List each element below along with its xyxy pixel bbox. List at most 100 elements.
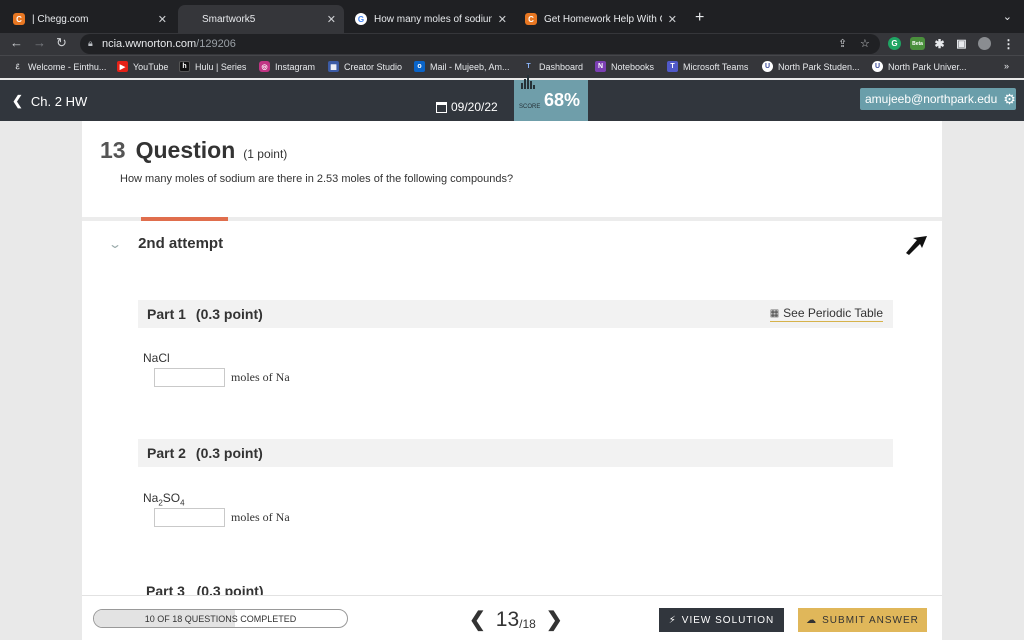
dashboard-icon: T <box>526 63 531 70</box>
bookmark-label: Mail - Mujeeb, Am... <box>430 61 510 72</box>
part-3-header: Part 3 (0.3 point) <box>146 583 264 595</box>
question-heading: 13 Question (1 point) <box>100 137 287 164</box>
back-arrow-icon[interactable]: ← <box>10 35 23 50</box>
tab-title: | Chegg.com <box>32 13 89 25</box>
puzzle-extensions-icon[interactable]: ✱ <box>933 37 946 51</box>
browser-tabstrip: C | Chegg.com ✕ Smartwork5 ✕ G How many … <box>0 0 1024 33</box>
previous-question-arrow[interactable]: ❮ <box>469 607 486 632</box>
periodic-table-label: See Periodic Table <box>783 306 883 320</box>
mouse-cursor-icon <box>906 236 927 255</box>
bookmark-label: Hulu | Series <box>195 61 247 72</box>
instagram-icon: ◎ <box>259 61 270 72</box>
close-icon[interactable]: ✕ <box>668 13 677 26</box>
address-bar[interactable]: 🔒︎ ncia.wwnorton.com/129206 ⇪ ☆ <box>80 34 880 54</box>
tab-search-chevron-icon[interactable]: ⌄ <box>1003 10 1012 23</box>
submit-answer-button[interactable]: ☁︎ SUBMIT ANSWER <box>798 608 927 632</box>
tab-title: How many moles of sodium ar <box>374 13 492 25</box>
question-footer: 10 OF 18 QUESTIONS COMPLETED ❮ 13 /18 ❯ … <box>82 595 942 640</box>
menu-kebab-icon[interactable]: ⋮ <box>1002 37 1015 51</box>
bookmark-label: North Park Univer... <box>888 61 967 72</box>
attempt-indicator <box>141 217 228 221</box>
bookmark-einthusan[interactable]: ℰ Welcome - Einthu... <box>12 61 106 72</box>
question-card: 13 Question (1 point) How many moles of … <box>82 121 942 595</box>
score-value: 68% <box>544 90 581 110</box>
assignment-title: Ch. 2 HW <box>30 93 88 109</box>
tab-title: Smartwork5 <box>202 13 256 25</box>
part-2-header: Part 2 (0.3 point) <box>138 439 893 467</box>
attempt-label: 2nd attempt <box>138 235 224 252</box>
bookmark-notebooks[interactable]: N Notebooks <box>595 61 654 72</box>
new-tab-button[interactable]: + <box>695 9 704 27</box>
view-solution-label: VIEW SOLUTION <box>681 614 775 626</box>
view-solution-button[interactable]: ⚡︎ VIEW SOLUTION <box>659 608 784 632</box>
progress-text: 10 OF 18 QUESTIONS COMPLETED <box>144 614 297 624</box>
compound-nacl: NaCl <box>143 351 170 365</box>
onenote-icon: N <box>595 61 606 72</box>
next-question-arrow[interactable]: ❯ <box>546 607 563 632</box>
bookmark-creator-studio[interactable]: ▦ Creator Studio <box>328 61 402 72</box>
gear-icon[interactable]: ⚙ <box>1003 91 1016 108</box>
teams-icon: T <box>667 61 678 72</box>
calendar-icon <box>436 101 447 113</box>
creator-studio-icon: ▦ <box>328 61 339 72</box>
part-1-answer-row: moles of Na <box>154 368 290 387</box>
sidepanel-icon[interactable]: ▣ <box>955 37 968 50</box>
lightning-icon: ⚡︎ <box>668 614 677 626</box>
periodic-table-icon: ▦ <box>769 307 780 319</box>
part-points: (0.3 point) <box>195 445 263 461</box>
close-icon[interactable]: ✕ <box>327 13 336 26</box>
close-icon[interactable]: ✕ <box>498 13 507 26</box>
score-box[interactable]: SCORE 68% <box>514 75 588 121</box>
bookmarks-overflow[interactable]: » <box>1004 61 1009 71</box>
due-date-text: 09/20/22 <box>451 100 498 114</box>
part-points: (0.3 point) <box>195 306 263 322</box>
total-questions: /18 <box>519 616 536 631</box>
bookmark-northpark-student[interactable]: U North Park Studen... <box>762 61 860 72</box>
reload-icon[interactable]: ↻ <box>56 35 67 51</box>
bookmark-mail[interactable]: o Mail - Mujeeb, Am... <box>414 61 510 72</box>
tab-google-search[interactable]: G How many moles of sodium ar ✕ <box>347 5 515 33</box>
bookmark-youtube[interactable]: ▶ YouTube <box>117 61 168 72</box>
bookmarks-bar: ℰ Welcome - Einthu... ▶ YouTube h Hulu | Se… <box>0 55 1024 78</box>
completion-progress-bar: 10 OF 18 QUESTIONS COMPLETED <box>93 609 348 628</box>
back-to-assignment-link[interactable]: ❮ Ch. 2 HW <box>12 93 87 109</box>
bookmark-teams[interactable]: T Microsoft Teams <box>667 61 748 72</box>
chegg-icon: C <box>525 13 537 25</box>
question-word: Question <box>135 137 236 163</box>
extension-beta-icon[interactable]: Beta <box>910 37 925 50</box>
answer-unit: moles of Na <box>231 510 290 524</box>
part-2-answer-row: moles of Na <box>154 508 290 527</box>
bookmark-label: Creator Studio <box>344 61 403 72</box>
hulu-icon: h <box>179 61 190 72</box>
bookmark-northpark-university[interactable]: U North Park Univer... <box>872 61 967 72</box>
part-1-answer-input[interactable] <box>154 368 225 387</box>
bookmark-label: Welcome - Einthu... <box>28 61 107 72</box>
grammarly-icon[interactable]: G <box>888 37 901 50</box>
bookmark-instagram[interactable]: ◎ Instagram <box>259 61 315 72</box>
einthusan-icon: ℰ <box>15 63 20 71</box>
part-label: Part 2 <box>147 445 186 461</box>
user-menu[interactable]: amujeeb@northpark.edu ⚙ <box>860 88 1016 110</box>
tab-chegg-homework[interactable]: C Get Homework Help With Cheg ✕ <box>517 5 685 33</box>
question-text: How many moles of sodium are there in 2.… <box>120 173 514 185</box>
profile-avatar[interactable] <box>978 37 991 50</box>
part-1-header: Part 1 (0.3 point) ▦ See Periodic Table <box>138 300 893 328</box>
youtube-icon: ▶ <box>117 61 128 72</box>
bookmark-hulu[interactable]: h Hulu | Series <box>179 61 246 72</box>
bookmark-star-icon[interactable]: ☆ <box>860 37 870 50</box>
cloud-upload-icon: ☁︎ <box>806 614 818 626</box>
see-periodic-table-link[interactable]: ▦ See Periodic Table <box>769 306 883 322</box>
compound-na2so4: Na2SO4 <box>143 491 185 508</box>
bookmark-label: YouTube <box>133 61 169 72</box>
submit-answer-label: SUBMIT ANSWER <box>822 614 919 626</box>
bookmark-dashboard[interactable]: T Dashboard <box>523 61 583 72</box>
bookmark-label: Instagram <box>275 61 316 72</box>
part-2-answer-input[interactable] <box>154 508 225 527</box>
share-icon[interactable]: ⇪ <box>838 37 847 50</box>
tab-chegg[interactable]: C | Chegg.com ✕ <box>5 5 175 33</box>
attempt-toggle[interactable]: ⌄ 2nd attempt <box>108 235 224 252</box>
url-text[interactable]: ncia.wwnorton.com/129206 <box>102 38 236 50</box>
forward-arrow-icon[interactable]: → <box>33 35 46 50</box>
tab-smartwork[interactable]: Smartwork5 ✕ <box>178 5 344 33</box>
close-icon[interactable]: ✕ <box>158 13 167 26</box>
